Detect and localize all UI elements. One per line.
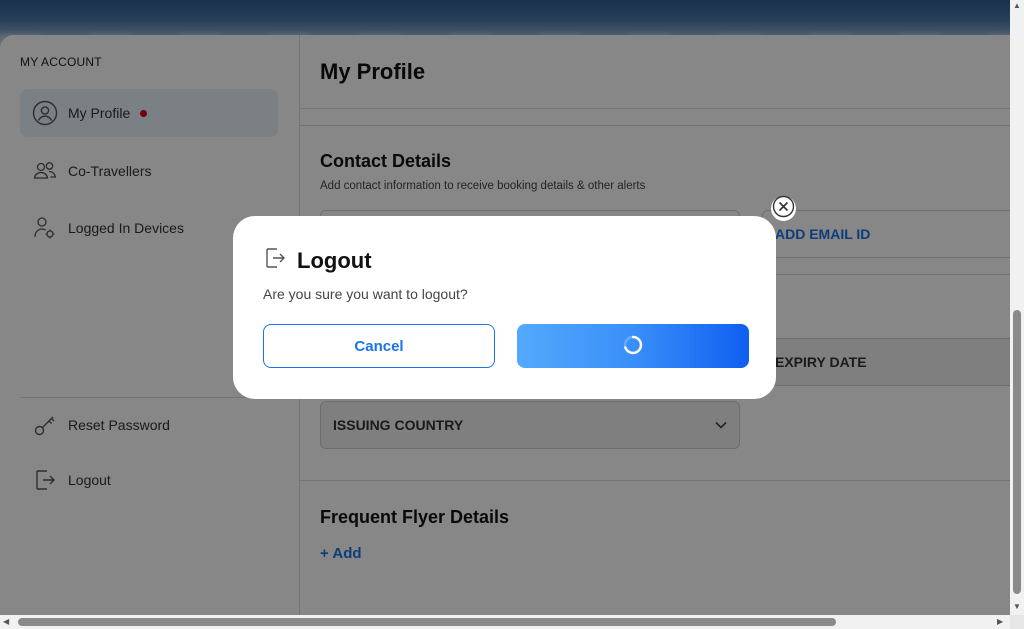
logout-dialog: Logout Are you sure you want to logout? … — [233, 216, 776, 399]
dialog-header: Logout — [263, 246, 372, 275]
scrollbar-corner — [1010, 615, 1024, 629]
scroll-down-icon[interactable]: ▼ — [1013, 603, 1021, 611]
close-dialog-button[interactable] — [771, 194, 796, 224]
scroll-right-icon[interactable]: ▶ — [997, 618, 1003, 626]
horizontal-scrollbar[interactable]: ◀ ▶ — [0, 615, 1010, 629]
confirm-logout-button[interactable] — [517, 324, 749, 368]
dialog-message: Are you sure you want to logout? — [263, 286, 468, 302]
scroll-left-icon[interactable]: ◀ — [3, 618, 9, 626]
horizontal-scroll-thumb[interactable] — [18, 618, 836, 626]
vertical-scroll-thumb[interactable] — [1013, 310, 1021, 594]
scroll-up-icon[interactable]: ▲ — [1013, 2, 1021, 10]
close-icon — [771, 194, 796, 224]
logout-icon — [263, 246, 287, 275]
vertical-scrollbar[interactable]: ▲ ▼ — [1010, 0, 1024, 615]
dialog-title: Logout — [297, 247, 372, 273]
cancel-button[interactable]: Cancel — [263, 324, 495, 368]
loading-spinner-icon — [622, 334, 644, 359]
